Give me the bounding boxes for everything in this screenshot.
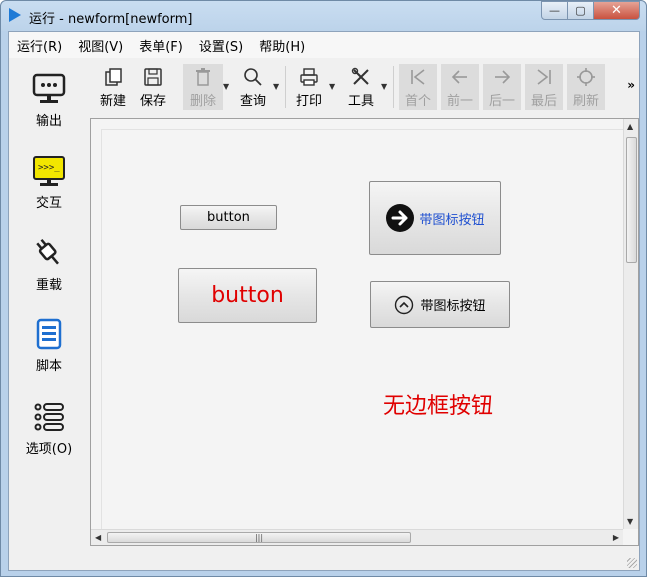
delete-dropdown-arrow[interactable]: ▼ — [223, 82, 229, 91]
last-label: 最后 — [530, 94, 557, 109]
delete-button[interactable]: 删除 — [183, 64, 223, 110]
menu-settings[interactable]: 设置(S) — [191, 36, 251, 55]
query-button[interactable]: 查询 — [235, 64, 271, 110]
sidebar-item-label: 重载 — [35, 278, 62, 293]
menu-view[interactable]: 视图(V) — [70, 36, 131, 55]
application-window: 运行 - newform[newform] — ▢ ✕ 运行(R) 视图(V) … — [0, 0, 647, 577]
toolbar-separator — [285, 66, 286, 108]
last-record-button[interactable]: 最后 — [525, 64, 563, 110]
tools-label: 工具 — [347, 94, 374, 109]
save-label: 保存 — [139, 94, 166, 109]
toolbar: 新建 保存 删除 ▼ 查询 ▼ 打印 ▼ 工具 ▼ 首个 前一 后一 最后 刷新… — [93, 62, 639, 112]
horizontal-scroll-thumb[interactable]: ||| — [107, 532, 411, 543]
first-record-button[interactable]: 首个 — [399, 64, 437, 110]
vertical-scrollbar[interactable]: ▲ ▼ — [623, 119, 638, 529]
next-record-button[interactable]: 后一 — [483, 64, 521, 110]
print-label: 打印 — [295, 94, 322, 109]
trash-icon — [193, 67, 213, 87]
new-button[interactable]: 新建 — [95, 64, 131, 110]
toolbar-overflow-button[interactable]: » — [627, 78, 635, 92]
new-document-icon — [103, 67, 123, 87]
script-icon — [32, 317, 66, 351]
toolbar-separator — [393, 66, 394, 108]
refresh-button[interactable]: 刷新 — [567, 64, 605, 110]
window-controls: — ▢ ✕ — [541, 1, 640, 21]
terminal-icon: >>>_ — [32, 154, 66, 188]
minimize-icon: — — [549, 4, 560, 17]
monitor-icon — [32, 72, 66, 106]
plug-icon — [32, 236, 66, 270]
next-label: 后一 — [488, 94, 515, 109]
refresh-label: 刷新 — [572, 94, 599, 109]
refresh-icon — [576, 67, 596, 87]
menu-run[interactable]: 运行(R) — [9, 36, 70, 55]
arrow-right-icon — [492, 67, 512, 87]
window-title: 运行 - newform[newform] — [29, 12, 193, 27]
resize-grip[interactable] — [627, 558, 637, 568]
sidebar: 输出 >>>_ 交互 重载 脚本 选项(O) — [9, 62, 89, 482]
new-label: 新建 — [99, 94, 126, 109]
close-icon: ✕ — [611, 3, 622, 18]
vertical-scroll-thumb[interactable] — [626, 137, 637, 263]
scroll-left-arrow[interactable]: ◀ — [95, 533, 101, 542]
svg-text:>>>_: >>>_ — [38, 163, 60, 173]
delete-label: 删除 — [189, 94, 216, 109]
save-icon — [143, 67, 163, 87]
first-icon — [408, 67, 428, 87]
large-red-button[interactable]: button — [178, 268, 317, 323]
form-panel: button button 带图标按钮 带图标按钮 无边框按钮 — [101, 129, 625, 529]
sidebar-item-script[interactable]: 脚本 — [19, 317, 79, 374]
menu-help[interactable]: 帮助(H) — [251, 36, 313, 55]
tools-button[interactable]: 工具 — [343, 64, 379, 110]
printer-icon — [299, 67, 319, 87]
client-area: 运行(R) 视图(V) 表单(F) 设置(S) 帮助(H) 输出 >>>_ 交互… — [8, 31, 640, 571]
close-button[interactable]: ✕ — [594, 1, 640, 20]
sidebar-item-interact[interactable]: >>>_ 交互 — [19, 154, 79, 211]
title-bar[interactable]: 运行 - newform[newform] — ▢ ✕ — [1, 1, 646, 31]
small-button-label: button — [207, 210, 250, 225]
sidebar-item-label: 脚本 — [35, 359, 62, 374]
sidebar-item-output[interactable]: 输出 — [19, 72, 79, 129]
maximize-button[interactable]: ▢ — [568, 1, 594, 20]
prev-label: 前一 — [446, 94, 473, 109]
save-button[interactable]: 保存 — [135, 64, 171, 110]
query-label: 查询 — [239, 94, 266, 109]
arrow-circle-right-icon — [386, 204, 415, 232]
icon-button-arrow[interactable]: 带图标按钮 — [369, 181, 501, 255]
query-dropdown-arrow[interactable]: ▼ — [273, 82, 279, 91]
chevron-up-circle-icon — [395, 295, 414, 314]
first-label: 首个 — [404, 94, 431, 109]
minimize-button[interactable]: — — [541, 1, 568, 20]
sidebar-item-label: 输出 — [35, 114, 62, 129]
sidebar-item-label: 选项(O) — [25, 442, 73, 457]
menu-form[interactable]: 表单(F) — [131, 36, 191, 55]
tools-icon — [351, 67, 371, 87]
last-icon — [534, 67, 554, 87]
options-list-icon — [32, 400, 66, 434]
app-icon — [9, 8, 21, 22]
icon-button-label: 带图标按钮 — [419, 212, 485, 228]
small-button[interactable]: button — [180, 205, 277, 230]
maximize-icon: ▢ — [575, 4, 586, 17]
sidebar-item-label: 交互 — [35, 196, 62, 211]
icon-button-up[interactable]: 带图标按钮 — [370, 281, 510, 328]
sidebar-item-options[interactable]: 选项(O) — [19, 400, 79, 457]
large-button-label: button — [211, 283, 284, 308]
icon-button-label: 带图标按钮 — [420, 299, 486, 314]
menu-bar: 运行(R) 视图(V) 表单(F) 设置(S) 帮助(H) — [9, 32, 639, 58]
scroll-down-arrow[interactable]: ▼ — [627, 517, 633, 526]
prev-record-button[interactable]: 前一 — [441, 64, 479, 110]
scroll-right-arrow[interactable]: ▶ — [613, 533, 619, 542]
borderless-button[interactable]: 无边框按钮 — [383, 388, 493, 420]
tools-dropdown-arrow[interactable]: ▼ — [381, 82, 387, 91]
search-icon — [243, 67, 263, 87]
scroll-up-arrow[interactable]: ▲ — [627, 122, 633, 131]
form-canvas: button button 带图标按钮 带图标按钮 无边框按钮 ▲ ▼ ◀ ||… — [90, 118, 639, 546]
sidebar-item-reload[interactable]: 重载 — [19, 236, 79, 293]
print-button[interactable]: 打印 — [291, 64, 327, 110]
horizontal-scrollbar[interactable]: ◀ ||| ▶ — [91, 529, 623, 545]
print-dropdown-arrow[interactable]: ▼ — [329, 82, 335, 91]
arrow-left-icon — [450, 67, 470, 87]
